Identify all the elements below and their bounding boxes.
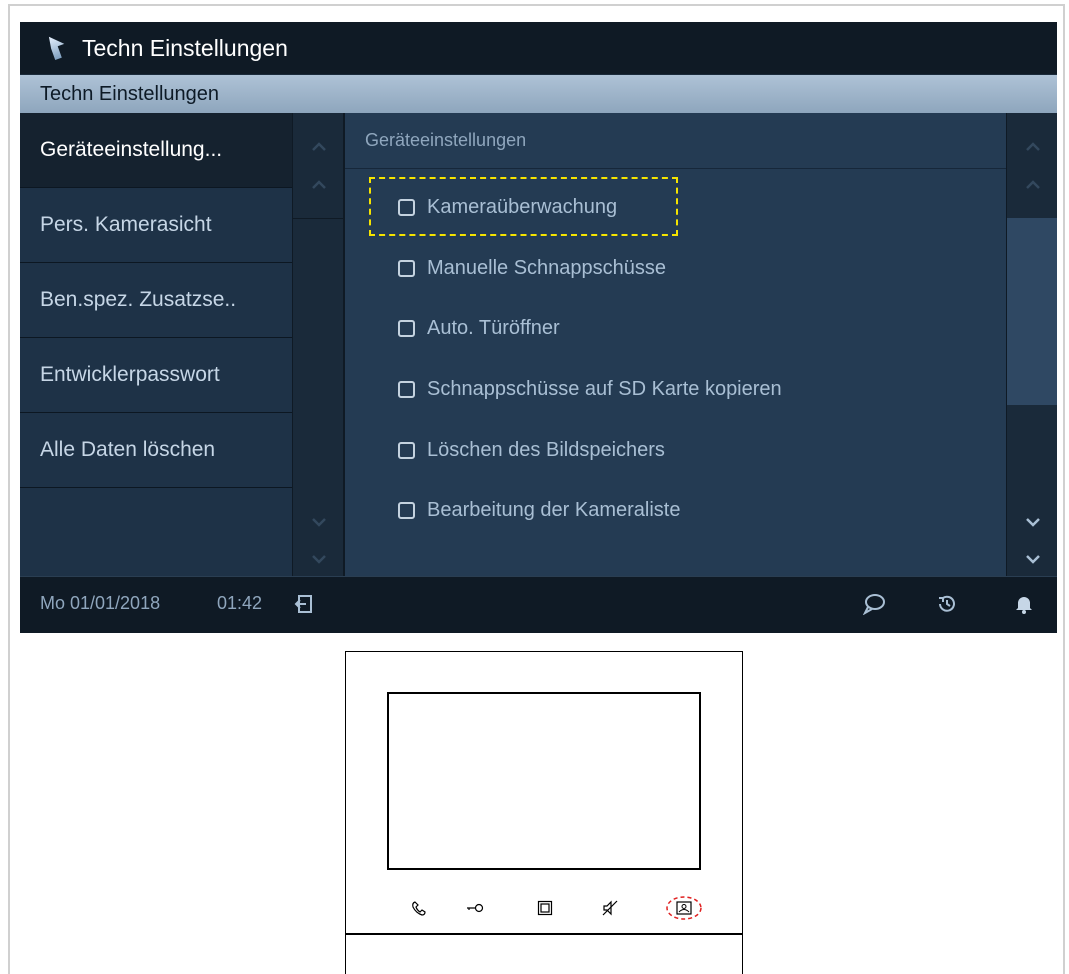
checkbox[interactable] (398, 380, 415, 398)
scroll-bottom-icon[interactable] (1007, 547, 1057, 571)
sidebar-item-geraeteeinstellungen[interactable]: Geräteeinstellung... (20, 113, 292, 188)
indoor-station-illustration (345, 651, 743, 974)
option-manuelle-schnappschuesse[interactable]: Manuelle Schnappschüsse (398, 253, 666, 283)
option-schnappschuesse-sd-karte[interactable]: Schnappschüsse auf SD Karte kopieren (398, 374, 782, 404)
square-icon[interactable] (530, 896, 560, 920)
settings-scrollbar[interactable] (1006, 113, 1057, 576)
option-label: Auto. Türöffner (427, 316, 560, 339)
device-ui-screen: Techn Einstellungen Techn Einstellungen … (20, 22, 1057, 633)
option-bearbeitung-kameraliste[interactable]: Bearbeitung der Kameraliste (398, 495, 680, 525)
status-bar: Mo 01/01/2018 01:42 (20, 576, 1057, 633)
device-display (387, 692, 701, 870)
scroll-top-icon[interactable] (293, 135, 344, 159)
device-divider (346, 933, 742, 935)
scroll-bottom-icon[interactable] (293, 547, 344, 571)
history-icon[interactable] (933, 590, 961, 618)
checkbox[interactable] (398, 319, 415, 337)
status-date: Mo 01/01/2018 (40, 593, 161, 613)
phone-icon[interactable] (404, 896, 434, 920)
panel-title: Geräteeinstellungen (345, 113, 1006, 169)
option-label: Löschen des Bildspeichers (427, 438, 665, 461)
page-title: Techn Einstellungen (82, 34, 288, 61)
scroll-down-icon[interactable] (1007, 510, 1057, 534)
section-header-label: Techn Einstellungen (40, 82, 220, 105)
scroll-track-divider (293, 218, 344, 219)
sidebar-item-alle-daten-loeschen[interactable]: Alle Daten löschen (20, 413, 292, 488)
sidebar-item-entwicklerpasswort[interactable]: Entwicklerpasswort (20, 338, 292, 413)
mute-icon[interactable] (595, 896, 625, 920)
message-icon[interactable] (860, 590, 888, 618)
sidebar-item-zusatzeinstellungen[interactable]: Ben.spez. Zusatzse.. (20, 263, 292, 338)
scroll-up-icon[interactable] (1007, 173, 1057, 197)
option-loeschen-bildspeicher[interactable]: Löschen des Bildspeichers (398, 435, 665, 465)
option-label: Schnappschüsse auf SD Karte kopieren (427, 377, 782, 400)
option-label: Kameraüberwachung (427, 195, 618, 218)
checkbox[interactable] (398, 441, 415, 459)
checkbox[interactable] (398, 259, 415, 277)
option-label: Manuelle Schnappschüsse (427, 256, 667, 279)
exit-icon[interactable] (290, 590, 318, 618)
camera-surveillance-icon[interactable] (664, 896, 704, 920)
scroll-up-icon[interactable] (293, 173, 344, 197)
scroll-down-icon[interactable] (293, 510, 344, 534)
option-auto-tueroeffner[interactable]: Auto. Türöffner (398, 313, 560, 343)
scroll-thumb[interactable] (1007, 218, 1057, 405)
scroll-top-icon[interactable] (1007, 135, 1057, 159)
checkbox[interactable] (398, 198, 415, 216)
status-time: 01:42 (217, 593, 263, 613)
sidebar-item-pers-kamerasicht[interactable]: Pers. Kamerasicht (20, 188, 292, 263)
key-icon[interactable] (460, 896, 490, 920)
option-label: Bearbeitung der Kameraliste (427, 498, 681, 521)
title-bar: Techn Einstellungen (20, 22, 1057, 74)
sidebar-scrollbar[interactable] (292, 113, 344, 576)
back-arrow-icon[interactable] (38, 33, 68, 63)
option-kameraueberwachung[interactable]: Kameraüberwachung (398, 192, 617, 222)
content-area: Geräteeinstellung... Pers. Kamerasicht B… (20, 113, 1057, 576)
settings-panel: Geräteeinstellungen Kameraüberwachung Ma… (343, 113, 1006, 576)
section-header: Techn Einstellungen (20, 75, 1057, 113)
sidebar: Geräteeinstellung... Pers. Kamerasicht B… (20, 113, 292, 576)
bell-icon[interactable] (1010, 590, 1038, 618)
checkbox[interactable] (398, 501, 415, 519)
